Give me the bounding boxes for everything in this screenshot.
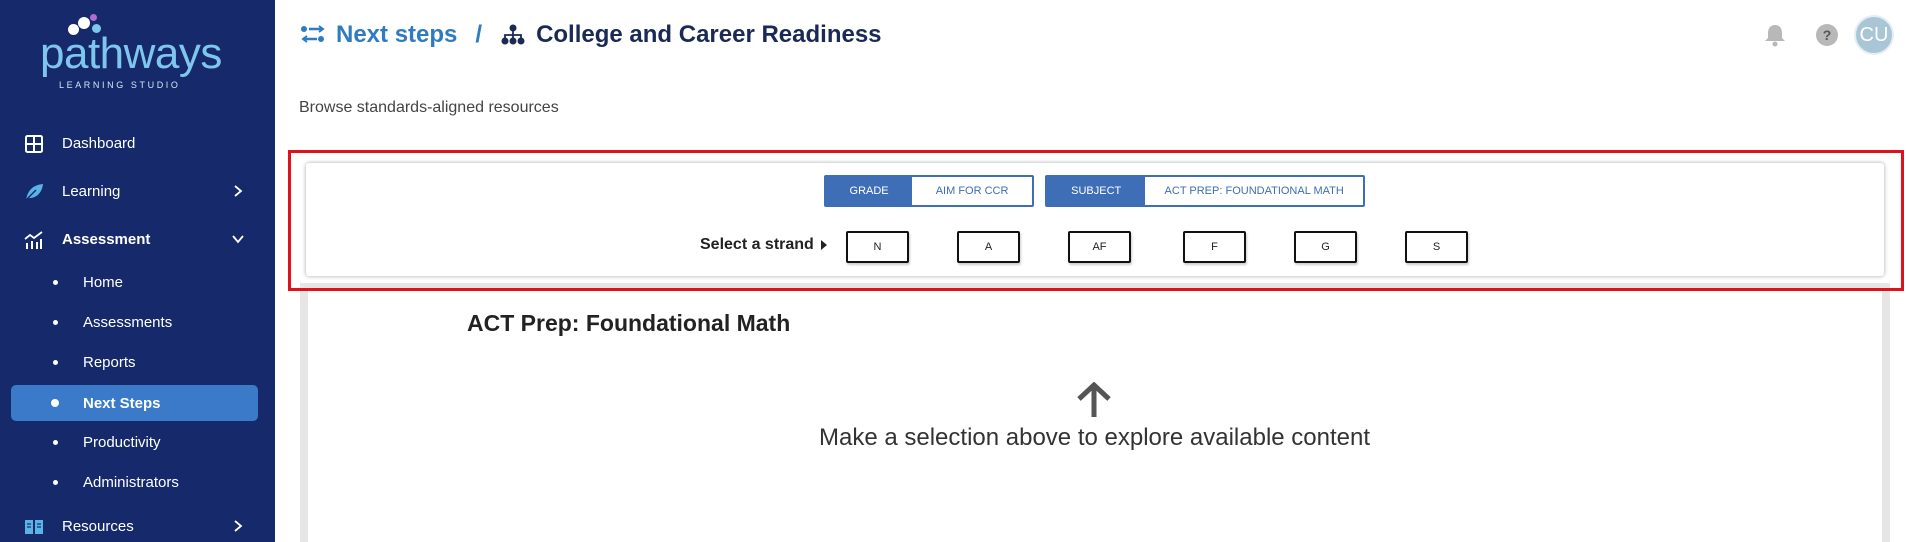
strand-button-n[interactable]: N bbox=[846, 231, 909, 263]
strand-label: Select a strand bbox=[700, 236, 829, 254]
sidebar-item-label: Dashboard bbox=[62, 134, 136, 152]
strand-button-g[interactable]: G bbox=[1294, 231, 1357, 263]
chevron-down-icon bbox=[232, 235, 244, 244]
pathways-logo[interactable]: pathways LEARNING STUDIO bbox=[40, 14, 230, 90]
avatar[interactable]: CU bbox=[1854, 15, 1894, 55]
breadcrumb-current: College and Career Readiness bbox=[500, 21, 882, 49]
sidebar-item-label: Resources bbox=[62, 517, 134, 535]
sidebar-item-label: Learning bbox=[62, 182, 121, 200]
sidebar-subitem-reports[interactable]: Reports bbox=[11, 344, 258, 380]
logo-tagline: LEARNING STUDIO bbox=[59, 80, 181, 90]
leaf-icon bbox=[25, 184, 43, 201]
bullet-icon bbox=[53, 440, 58, 445]
sidebar-subitem-productivity[interactable]: Productivity bbox=[11, 424, 258, 460]
subject-selector[interactable]: SUBJECT ACT PREP: FOUNDATIONAL MATH bbox=[1045, 175, 1365, 207]
page-subtitle: Browse standards-aligned resources bbox=[299, 99, 559, 116]
bullet-icon bbox=[53, 320, 58, 325]
bullet-icon bbox=[53, 360, 58, 365]
sidebar-item-assessment[interactable]: Assessment bbox=[0, 219, 275, 259]
breadcrumb: Next steps / College and Career Readines… bbox=[300, 18, 882, 52]
grade-value: AIM FOR CCR bbox=[912, 177, 1032, 205]
steps-icon bbox=[301, 25, 325, 43]
sidebar-subitem-administrators[interactable]: Administrators bbox=[11, 464, 258, 500]
sidebar: pathways LEARNING STUDIO Dashboard Learn… bbox=[0, 0, 275, 542]
bullet-icon bbox=[53, 480, 58, 485]
strand-label-text: Select a strand bbox=[700, 236, 814, 253]
breadcrumb-label: Next steps bbox=[336, 21, 458, 48]
sidebar-subitem-label: Assessments bbox=[83, 313, 173, 331]
subject-key: SUBJECT bbox=[1047, 177, 1146, 205]
arrow-up-icon bbox=[1077, 382, 1111, 417]
help-icon[interactable]: ? bbox=[1814, 22, 1840, 48]
sidebar-item-dashboard[interactable]: Dashboard bbox=[0, 123, 275, 163]
chart-icon bbox=[24, 231, 43, 249]
strand-button-a[interactable]: A bbox=[957, 231, 1020, 263]
svg-text:?: ? bbox=[1823, 27, 1832, 43]
bullet-icon bbox=[53, 280, 58, 285]
strand-button-s[interactable]: S bbox=[1405, 231, 1468, 263]
strand-button-f[interactable]: F bbox=[1183, 231, 1246, 263]
grade-selector[interactable]: GRADE AIM FOR CCR bbox=[824, 175, 1034, 207]
sidebar-subitem-assessments[interactable]: Assessments bbox=[11, 304, 258, 340]
strand-button-af[interactable]: AF bbox=[1068, 231, 1131, 263]
bell-icon[interactable] bbox=[1762, 22, 1788, 48]
book-icon bbox=[25, 520, 43, 534]
dashboard-icon bbox=[25, 135, 43, 153]
sidebar-subitem-label: Administrators bbox=[83, 473, 179, 491]
bullet-icon bbox=[51, 399, 59, 407]
header-actions: ? CU bbox=[1762, 14, 1894, 56]
chevron-right-icon bbox=[234, 520, 243, 532]
hierarchy-icon bbox=[501, 24, 525, 45]
breadcrumb-next-steps[interactable]: Next steps bbox=[300, 21, 457, 49]
content-title: ACT Prep: Foundational Math bbox=[467, 310, 791, 336]
page-title: College and Career Readiness bbox=[536, 21, 882, 48]
sidebar-subitem-label: Reports bbox=[83, 353, 136, 371]
sidebar-subitem-next-steps[interactable]: Next Steps bbox=[11, 385, 258, 421]
subject-value: ACT PREP: FOUNDATIONAL MATH bbox=[1145, 177, 1363, 205]
sidebar-item-label: Assessment bbox=[62, 230, 151, 248]
sidebar-subitem-label: Home bbox=[83, 273, 124, 291]
chevron-right-icon bbox=[234, 185, 243, 197]
sidebar-item-resources[interactable]: Resources bbox=[0, 506, 275, 542]
breadcrumb-separator: / bbox=[475, 21, 483, 48]
logo-wordmark: pathways bbox=[40, 29, 222, 78]
caret-right-icon bbox=[820, 240, 827, 250]
sidebar-subitem-home[interactable]: Home bbox=[11, 264, 258, 300]
grade-key: GRADE bbox=[826, 177, 913, 205]
sidebar-subitem-label: Next Steps bbox=[83, 394, 161, 412]
sidebar-item-learning[interactable]: Learning bbox=[0, 171, 275, 211]
sidebar-subitem-label: Productivity bbox=[83, 433, 161, 451]
empty-state-message: Make a selection above to explore availa… bbox=[819, 424, 1371, 451]
